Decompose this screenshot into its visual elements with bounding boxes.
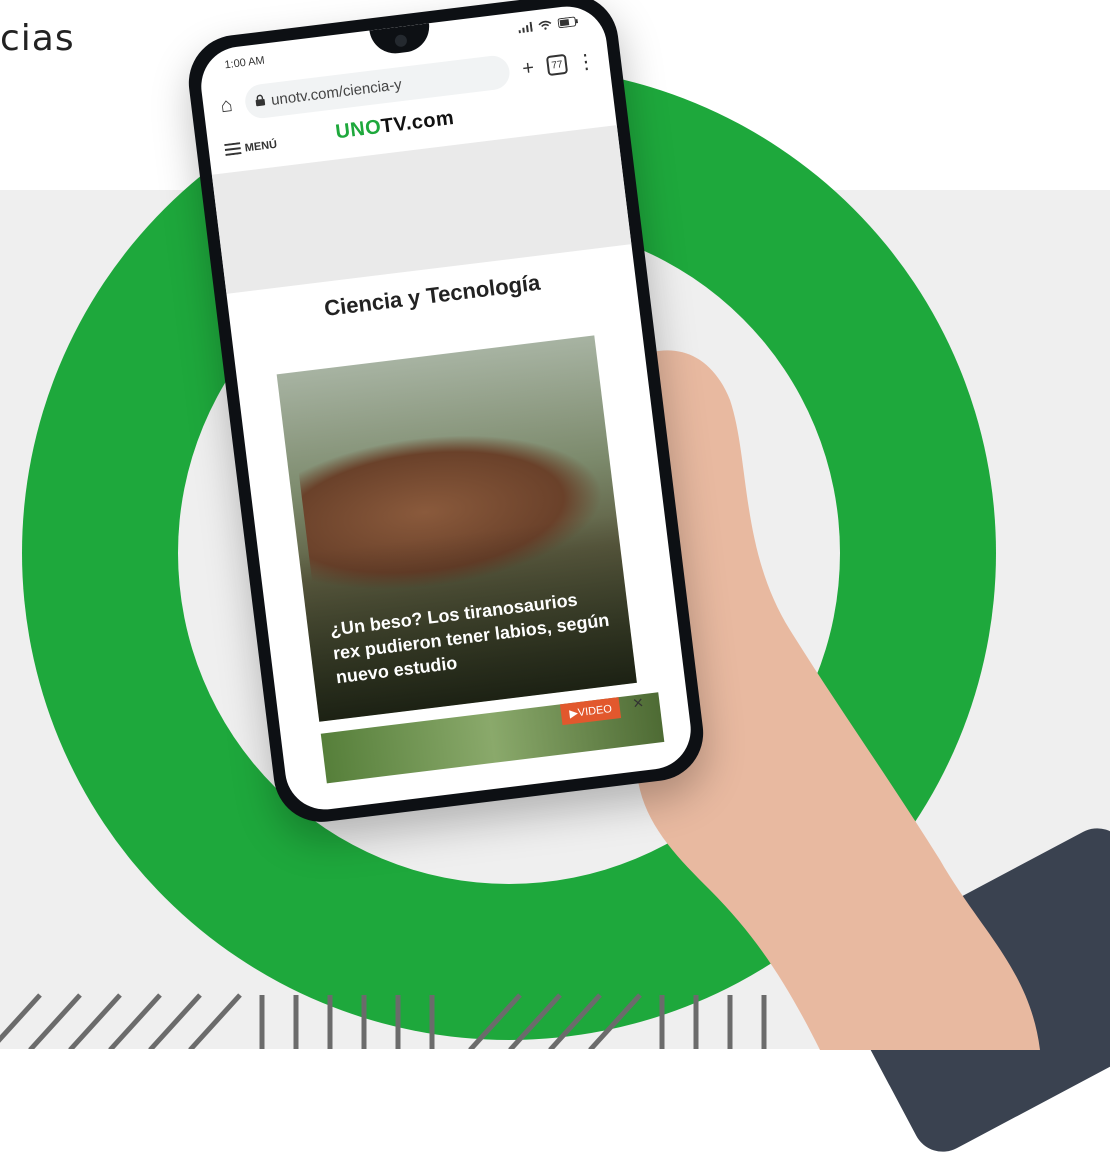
hamburger-icon (224, 141, 242, 159)
plus-icon[interactable]: + (516, 56, 541, 82)
home-icon[interactable]: ⌂ (214, 93, 239, 119)
lock-icon (254, 92, 266, 110)
phone-screen: 1:00 AM ⌂ unotv.com/ciencia-y + 77 ⋮ MEN… (196, 2, 696, 814)
signal-icon (518, 21, 533, 36)
partial-heading: cias (0, 18, 75, 59)
menu-label: MENÚ (244, 138, 278, 155)
url-text: unotv.com/ciencia-y (270, 75, 403, 109)
logo-uno: UNO (334, 115, 383, 144)
tabs-icon[interactable]: 77 (545, 53, 569, 77)
video-badge: ▶VIDEO (560, 697, 622, 726)
logo-tv: TV.com (379, 106, 456, 138)
battery-icon (557, 16, 579, 31)
menu-button[interactable]: MENÚ (224, 137, 278, 158)
status-time: 1:00 AM (223, 54, 266, 72)
site-logo[interactable]: UNOTV.com (334, 107, 455, 144)
article-card[interactable]: ¿Un beso? Los tiranosaurios rex pudieron… (276, 335, 637, 722)
wifi-icon (537, 19, 552, 34)
more-vert-icon[interactable]: ⋮ (573, 48, 598, 75)
close-icon[interactable]: × (632, 692, 645, 714)
status-icons (518, 16, 579, 36)
